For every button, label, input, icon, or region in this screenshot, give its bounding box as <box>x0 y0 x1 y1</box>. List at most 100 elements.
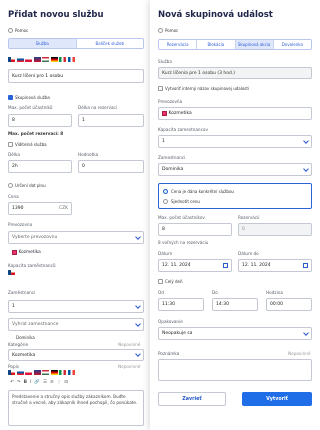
category-optional: Nepovinné <box>118 342 141 347</box>
tab-block[interactable]: Blokácia <box>197 40 236 49</box>
numbered-list-icon[interactable]: ≡ <box>50 380 54 385</box>
visible-service-checkbox[interactable] <box>8 142 13 147</box>
visible-service-label: Viditelná služba <box>15 142 47 147</box>
de-flag-icon[interactable] <box>50 370 58 375</box>
date-from-label: Dátum <box>158 251 173 256</box>
chevron-down-icon <box>303 165 309 172</box>
back-radio[interactable] <box>158 28 163 33</box>
repeat-select[interactable]: Neopakuje sa <box>158 327 312 340</box>
note-textarea[interactable] <box>158 359 312 381</box>
staff-select[interactable]: Dominika <box>158 163 312 176</box>
staff-label-top: Zaměstnanci <box>8 290 36 295</box>
location-tag[interactable]: Kozmetika <box>12 250 41 255</box>
break-input[interactable]: 0 <box>78 160 144 173</box>
duration-input[interactable]: 00:00 <box>266 298 312 311</box>
max-people-input[interactable]: 8 <box>158 223 232 236</box>
sk-flag-icon[interactable] <box>16 370 24 375</box>
it-flag-icon[interactable] <box>59 57 66 62</box>
max-people-label: Max. počet účastníků <box>8 105 53 110</box>
tab-service[interactable]: Služba <box>9 39 77 48</box>
more-icon[interactable]: ⊡ <box>64 380 68 385</box>
duration-input[interactable]: 2h <box>8 160 72 173</box>
capacity-label: Délka na rezervaci <box>78 105 117 110</box>
price-label: Cena <box>8 194 19 199</box>
price-input[interactable]: 1390 CZK <box>8 202 72 215</box>
date-to-input[interactable]: 12. 11. 2024 <box>238 259 312 272</box>
cz-flag-icon[interactable] <box>8 57 15 62</box>
time-to-input[interactable]: 14:30 <box>212 298 258 311</box>
add-service-panel: Přidat novou službu Pomoc Služba Balíček… <box>0 0 150 430</box>
tab-service-package[interactable]: Balíček služeb <box>76 39 143 48</box>
currency-label: CZK <box>58 206 68 211</box>
back-radio[interactable] <box>8 28 13 33</box>
service-select[interactable]: Kurz líčenia pre 1 osobu (3 hod.) <box>158 67 312 79</box>
tab-group-event[interactable]: Skupinová akcia <box>235 40 274 49</box>
price-unified-label: Sjednotit cenu <box>171 199 200 204</box>
staff-value: Dominika <box>162 167 184 172</box>
staff-flags <box>8 270 15 275</box>
duration-label: Délka <box>8 152 20 157</box>
service-name-input[interactable]: Kurz líčení pro 1 osobu <box>8 69 144 83</box>
max-people-input[interactable]: 8 <box>8 114 72 127</box>
tab-reservation[interactable]: Rezervácia <box>159 40 198 49</box>
description-textarea[interactable]: Predstavenie a stručný opis služby zákaz… <box>8 390 144 426</box>
panel-title: Přidat novou službu <box>8 10 104 20</box>
fr-flag-icon[interactable] <box>67 370 75 375</box>
fr-flag-icon[interactable] <box>67 57 75 62</box>
hu-flag-icon[interactable] <box>42 57 49 62</box>
gb-flag-icon[interactable] <box>33 370 41 375</box>
hu-flag-icon[interactable] <box>42 370 49 375</box>
date-to-label: Dátum do <box>238 251 259 256</box>
link-icon[interactable]: 🔗 <box>34 380 40 385</box>
location-value: Kozmetika <box>168 111 192 116</box>
staff-select[interactable]: Vyhrat zamestnance <box>8 318 144 331</box>
event-type-tabs: Rezervácia Blokácia Skupinová akcia Dovo… <box>158 39 312 50</box>
group-service-checkbox[interactable] <box>8 95 13 100</box>
italic-icon[interactable]: I <box>30 380 31 385</box>
staff-placeholder: Vyhrat zamestnance <box>12 322 59 327</box>
align-icon[interactable]: ⋮ <box>57 380 62 385</box>
staff-tag[interactable]: Dominika <box>16 335 35 340</box>
price-fixed-label: Cena je dána konkrétní službou <box>171 189 234 194</box>
repeat-label: Opakovanie <box>158 319 183 324</box>
time-from-label: Od <box>158 290 164 295</box>
category-select[interactable]: Kozmetika <box>8 349 144 361</box>
bold-icon[interactable]: B <box>24 380 27 385</box>
internal-name-checkbox[interactable] <box>158 86 163 91</box>
capacity-input[interactable]: 1 <box>78 114 144 127</box>
calendar-icon[interactable] <box>303 263 308 268</box>
close-button[interactable]: Zavrieť <box>158 392 226 406</box>
time-from-input[interactable]: 11:30 <box>158 298 204 311</box>
pl-flag-icon[interactable] <box>25 57 32 62</box>
bullet-list-icon[interactable]: ☰ <box>43 380 47 385</box>
tab-holiday[interactable]: Dovolenka <box>273 40 311 49</box>
back-label: Pomoc <box>15 28 29 33</box>
create-button[interactable]: Vytvoriť <box>242 392 312 406</box>
calendar-icon[interactable] <box>223 263 228 268</box>
sk-flag-icon[interactable] <box>16 57 24 62</box>
chevron-down-icon <box>135 351 141 357</box>
price-fixed-radio[interactable] <box>163 189 168 194</box>
price-value: 1390 <box>12 206 24 211</box>
price-unified-radio[interactable] <box>163 199 168 204</box>
deposit-radio[interactable] <box>8 183 13 188</box>
new-group-event-panel: Nová skupinová událost Pomoc Rezervácia … <box>150 0 320 430</box>
de-flag-icon[interactable] <box>50 57 58 62</box>
staff-count-select[interactable]: 1 <box>8 300 144 313</box>
staff-capacity-value: 1 <box>162 139 165 144</box>
language-flags <box>8 57 75 62</box>
cz-flag-icon[interactable] <box>8 370 15 375</box>
redo-icon[interactable]: ↷ <box>17 380 21 385</box>
location-select[interactable]: Vyberte prevozovnu <box>8 231 144 244</box>
color-swatch-icon <box>12 250 17 255</box>
it-flag-icon[interactable] <box>59 370 66 375</box>
undo-icon[interactable]: ↶ <box>10 380 14 385</box>
max-people-label: Max. počet účastníkov <box>158 215 205 220</box>
date-from-input[interactable]: 12. 11. 2024 <box>158 259 232 272</box>
all-day-checkbox[interactable] <box>158 279 163 284</box>
gb-flag-icon[interactable] <box>33 57 41 62</box>
location-select[interactable]: Kozmetika <box>158 107 312 120</box>
pl-flag-icon[interactable] <box>25 370 32 375</box>
max-people-hint: Max. počet rezervací: 8 <box>8 131 64 136</box>
staff-capacity-select[interactable]: 1 <box>158 135 312 148</box>
